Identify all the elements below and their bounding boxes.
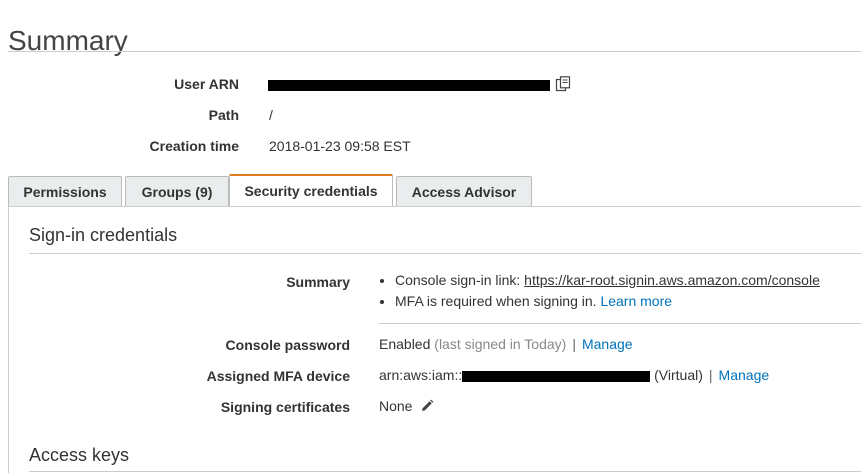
user-arn-label: User ARN — [174, 76, 239, 92]
separator: | — [708, 367, 713, 383]
signin-credentials-heading: Sign-in credentials — [29, 225, 178, 245]
path-label: Path — [208, 107, 239, 123]
tab-access-advisor[interactable]: Access Advisor — [396, 176, 532, 206]
mfa-arn-redacted — [462, 370, 651, 382]
signin-summary-list: Console sign-in link: https://kar-root.s… — [379, 272, 820, 314]
copy-icon[interactable] — [555, 76, 571, 92]
last-signed-in-note: (last signed in Today) — [434, 336, 567, 352]
access-keys-heading: Access keys — [29, 445, 130, 465]
creation-time-label: Creation time — [149, 138, 239, 154]
tab-groups[interactable]: Groups (9) — [125, 176, 229, 206]
list-item: Console sign-in link: https://kar-root.s… — [395, 272, 820, 288]
manage-password-link[interactable]: Manage — [582, 336, 633, 352]
console-password-value: Enabled (last signed in Today) | Manage — [379, 336, 633, 352]
mfa-virtual-label: (Virtual) — [654, 367, 703, 383]
console-password-label: Console password — [225, 337, 350, 353]
mfa-required-text: MFA is required when signing in. — [395, 293, 601, 309]
signing-certificates-value: None — [379, 398, 434, 416]
tab-security-credentials[interactable]: Security credentials — [229, 174, 393, 206]
title-divider — [8, 51, 861, 52]
manage-mfa-link[interactable]: Manage — [719, 367, 770, 383]
learn-more-link[interactable]: Learn more — [600, 293, 672, 309]
summary-divider — [379, 323, 861, 324]
mfa-device-label: Assigned MFA device — [206, 368, 350, 384]
creation-time-value: 2018-01-23 09:58 EST — [269, 138, 411, 154]
user-arn-redacted — [268, 80, 550, 91]
signin-divider — [29, 253, 861, 254]
signing-certificates-label: Signing certificates — [220, 399, 350, 415]
mfa-arn-prefix: arn:aws:iam:: — [379, 367, 463, 383]
separator: | — [572, 336, 576, 352]
mfa-device-value: arn:aws:iam:: (Virtual) | Manage — [379, 367, 769, 383]
console-signin-link[interactable]: https://kar-root.signin.aws.amazon.com/c… — [524, 272, 820, 288]
signin-summary-label: Summary — [286, 274, 350, 290]
tab-permissions[interactable]: Permissions — [8, 176, 122, 206]
console-link-prefix: Console sign-in link: — [395, 272, 525, 288]
signing-certificates-status: None — [379, 398, 413, 414]
access-keys-divider — [29, 471, 861, 472]
path-value: / — [269, 107, 273, 123]
pencil-icon[interactable] — [420, 399, 434, 416]
console-password-status: Enabled — [379, 336, 431, 352]
list-item: MFA is required when signing in. Learn m… — [395, 293, 820, 309]
